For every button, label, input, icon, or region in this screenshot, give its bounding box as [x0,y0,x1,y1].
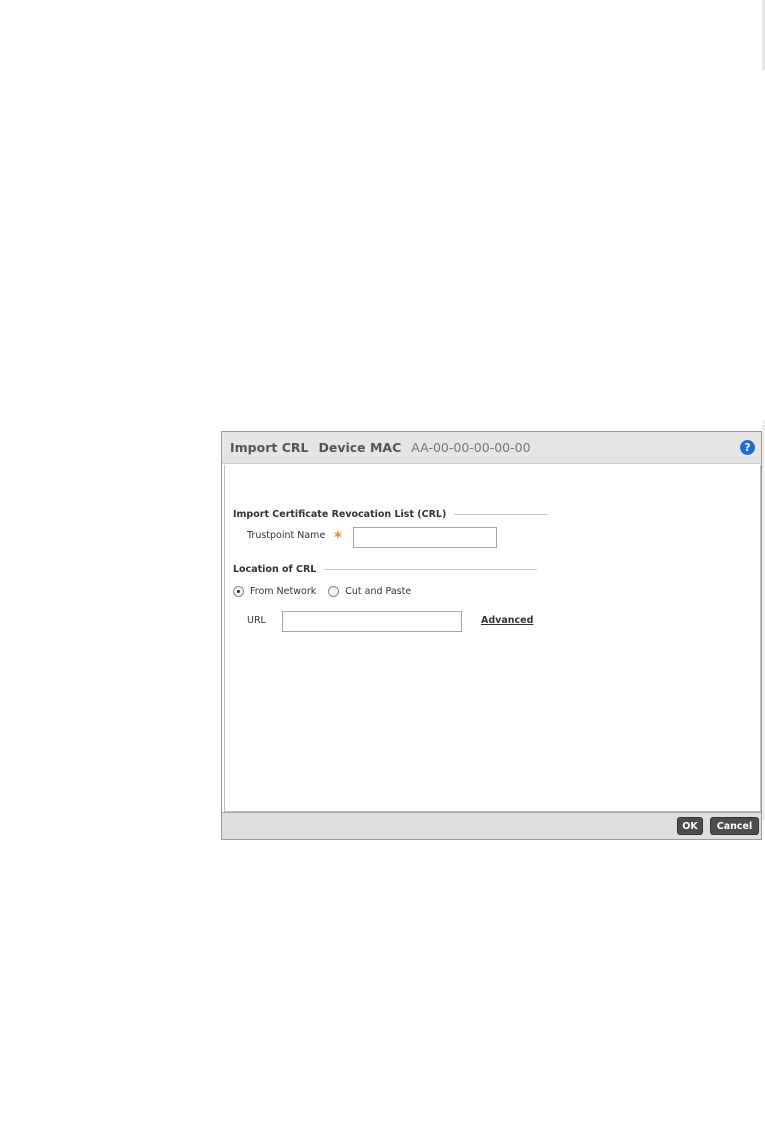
trustpoint-name-input[interactable] [353,527,497,548]
trustpoint-name-label: Trustpoint Name [247,530,326,541]
device-mac-label: Device MAC [318,440,402,455]
radio-cut-and-paste[interactable] [328,586,340,597]
dialog-titlebar: Import CRL Device MAC AA-00-00-00-00-00 … [222,432,761,464]
section-location-crl-title: Location of CRL [233,564,317,575]
url-label: URL [247,615,266,626]
dialog-footer: OK Cancel [222,812,761,839]
radio-selected-dot [237,590,240,593]
cancel-button[interactable]: Cancel [710,817,759,835]
section-location-crl: Location of CRL [233,564,538,575]
advanced-link[interactable]: Advanced [481,615,533,626]
ok-button[interactable]: OK [677,817,703,835]
dialog-body: Import Certificate Revocation List (CRL)… [224,465,761,812]
url-input[interactable] [282,611,462,632]
radio-from-network[interactable] [233,586,244,597]
radio-from-network-label[interactable]: From Network [250,586,316,597]
section-import-crl: Import Certificate Revocation List (CRL) [233,509,549,520]
required-asterisk-icon: * [334,528,342,546]
help-icon[interactable]: ? [740,440,755,455]
section-divider [324,569,538,570]
import-crl-dialog: Import CRL Device MAC AA-00-00-00-00-00 … [221,431,762,840]
section-divider [454,514,549,515]
section-import-crl-title: Import Certificate Revocation List (CRL) [233,509,447,520]
radio-cut-and-paste-label[interactable]: Cut and Paste [345,586,411,597]
location-radio-group: From Network Cut and Paste [233,586,423,597]
device-mac-value: AA-00-00-00-00-00 [411,440,531,455]
dialog-title: Import CRL [230,440,309,455]
